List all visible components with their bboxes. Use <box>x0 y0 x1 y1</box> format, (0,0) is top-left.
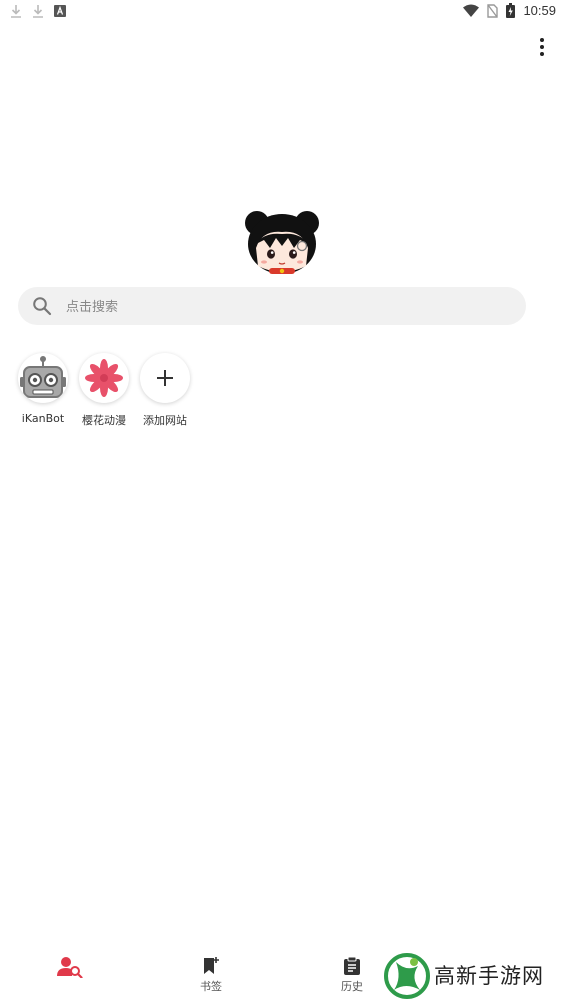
plus-icon <box>157 370 173 386</box>
watermark-logo-icon <box>384 953 430 999</box>
shortcut-label: iKanBot <box>21 412 65 425</box>
shortcut-icon-container <box>79 353 129 403</box>
nav-item-history[interactable]: 历史 <box>312 944 392 1002</box>
more-vert-icon <box>540 38 544 42</box>
flower-icon <box>85 359 123 397</box>
nav-item-bookmarks[interactable]: 书签 <box>171 944 251 1002</box>
search-bar[interactable] <box>18 287 526 327</box>
search-input[interactable] <box>64 287 508 327</box>
search-icon <box>33 297 52 316</box>
shortcut-ikanbot[interactable]: iKanBot <box>13 353 73 425</box>
wifi-icon <box>463 4 480 17</box>
status-right-icons: 10:59 <box>463 3 556 18</box>
robot-icon <box>20 356 66 398</box>
history-icon <box>344 956 360 975</box>
shortcut-label: 樱花动漫 <box>82 414 126 427</box>
status-left-icons <box>10 4 66 18</box>
watermark: 高新手游网 <box>384 952 564 1000</box>
status-bar: 10:59 <box>0 0 564 26</box>
more-options-button[interactable] <box>532 34 552 60</box>
watermark-text: 高新手游网 <box>434 964 544 988</box>
no-sim-icon <box>487 3 499 18</box>
nav-item-search[interactable] <box>30 944 110 1002</box>
mascot-logo <box>245 211 319 274</box>
user-search-icon <box>57 957 83 978</box>
download-icon <box>33 5 43 18</box>
add-website-button[interactable]: 添加网站 <box>135 353 195 428</box>
shortcut-label: 添加网站 <box>143 414 187 427</box>
bookmark-icon <box>204 957 219 974</box>
download-icon <box>11 5 21 18</box>
shortcut-icon-container <box>18 353 68 403</box>
nav-label: 书签 <box>200 980 222 993</box>
nav-label: 历史 <box>341 980 363 993</box>
a-icon <box>54 5 66 17</box>
shortcut-yinghua[interactable]: 樱花动漫 <box>74 353 134 428</box>
battery-charging-icon <box>506 3 516 18</box>
shortcut-icon-container <box>140 353 190 403</box>
status-time: 10:59 <box>523 3 556 18</box>
